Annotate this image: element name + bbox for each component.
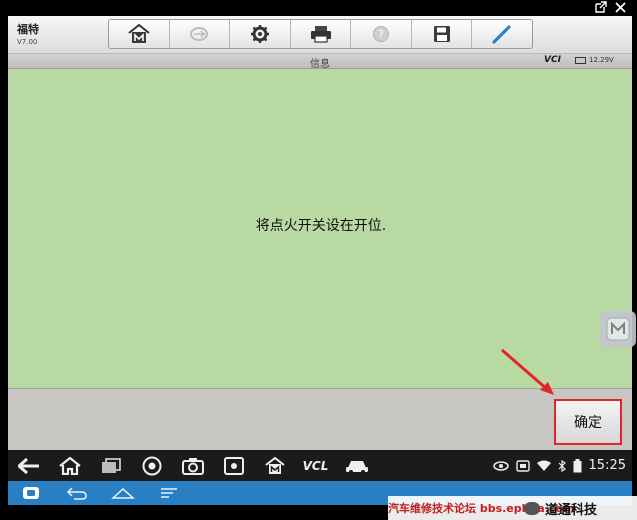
wechat-icon [524,502,540,515]
battery-indicator: 12.29V [575,56,614,64]
watermark: 汽车维修技术论坛 bbs.ephua.com 道通科技 [388,496,637,520]
clock: 15:25 [588,458,626,473]
recent-apps-icon[interactable] [90,450,131,481]
floating-m-icon [606,317,630,341]
vci-status-icon [515,459,530,472]
wifi-icon [536,460,551,471]
eye-icon [492,460,509,471]
watermark-brand: 道通科技 [524,499,597,518]
save-icon [433,26,450,42]
bluetooth-icon [558,459,566,472]
confirm-button[interactable]: 确定 [554,399,622,445]
page-title: 信息 [310,59,330,70]
browser-icon[interactable] [131,450,172,481]
close-icon[interactable] [613,1,627,15]
floating-menu-button[interactable] [600,311,636,347]
screen-settings-icon[interactable] [213,450,254,481]
vcl-label: VCL [302,458,329,473]
home-button[interactable] [109,20,170,48]
pen-icon [492,25,511,44]
annotation-arrow [501,348,554,395]
back-icon[interactable] [8,450,49,481]
help-icon: ? [373,26,390,42]
battery-voltage: 12.29V [589,56,614,64]
help-button[interactable]: ? [351,20,412,48]
app-switch-icon[interactable] [8,481,54,505]
screen: 福特 V7.00 ? 信息 VCI 12.29V 将点火开关设在开位. 确定 V… [0,0,637,520]
instruction-message: 将点火开关设在开位. [255,218,387,234]
printer-icon [310,26,331,43]
watermark-brand-text: 道通科技 [545,503,598,518]
app-header: 福特 V7.00 ? [8,16,632,54]
maxisys-home-icon[interactable] [254,450,295,481]
home-icon [128,24,150,43]
battery-status-icon [573,458,582,472]
vci-indicator: VCI [544,55,561,65]
print-button[interactable] [291,20,352,48]
nav-back-icon[interactable] [54,481,100,505]
title-bar: 信息 VCI 12.29V [8,54,632,70]
edit-button[interactable] [472,20,532,48]
android-taskbar: VCL 15:25 [8,450,632,481]
software-version: V7.00 [17,38,38,46]
camera-icon[interactable] [172,450,213,481]
status-area: 15:25 [492,450,626,481]
window-strip [0,0,637,16]
external-link-icon[interactable] [593,1,607,15]
vehicle-swap-button[interactable] [170,20,231,48]
nav-home-icon[interactable] [100,481,146,505]
toolbar: ? [108,19,533,49]
vcl-connection-icon[interactable]: VCL [295,450,336,481]
battery-icon [575,56,586,64]
home-nav-icon[interactable] [49,450,90,481]
gear-icon [250,25,269,43]
svg-text:?: ? [378,28,384,41]
vehicle-swap-icon [190,27,209,41]
save-button[interactable] [412,20,473,48]
vehicle-icon[interactable] [336,450,377,481]
nav-menu-icon[interactable] [146,481,192,505]
settings-button[interactable] [230,20,291,48]
vehicle-brand: 福特 [17,23,39,36]
